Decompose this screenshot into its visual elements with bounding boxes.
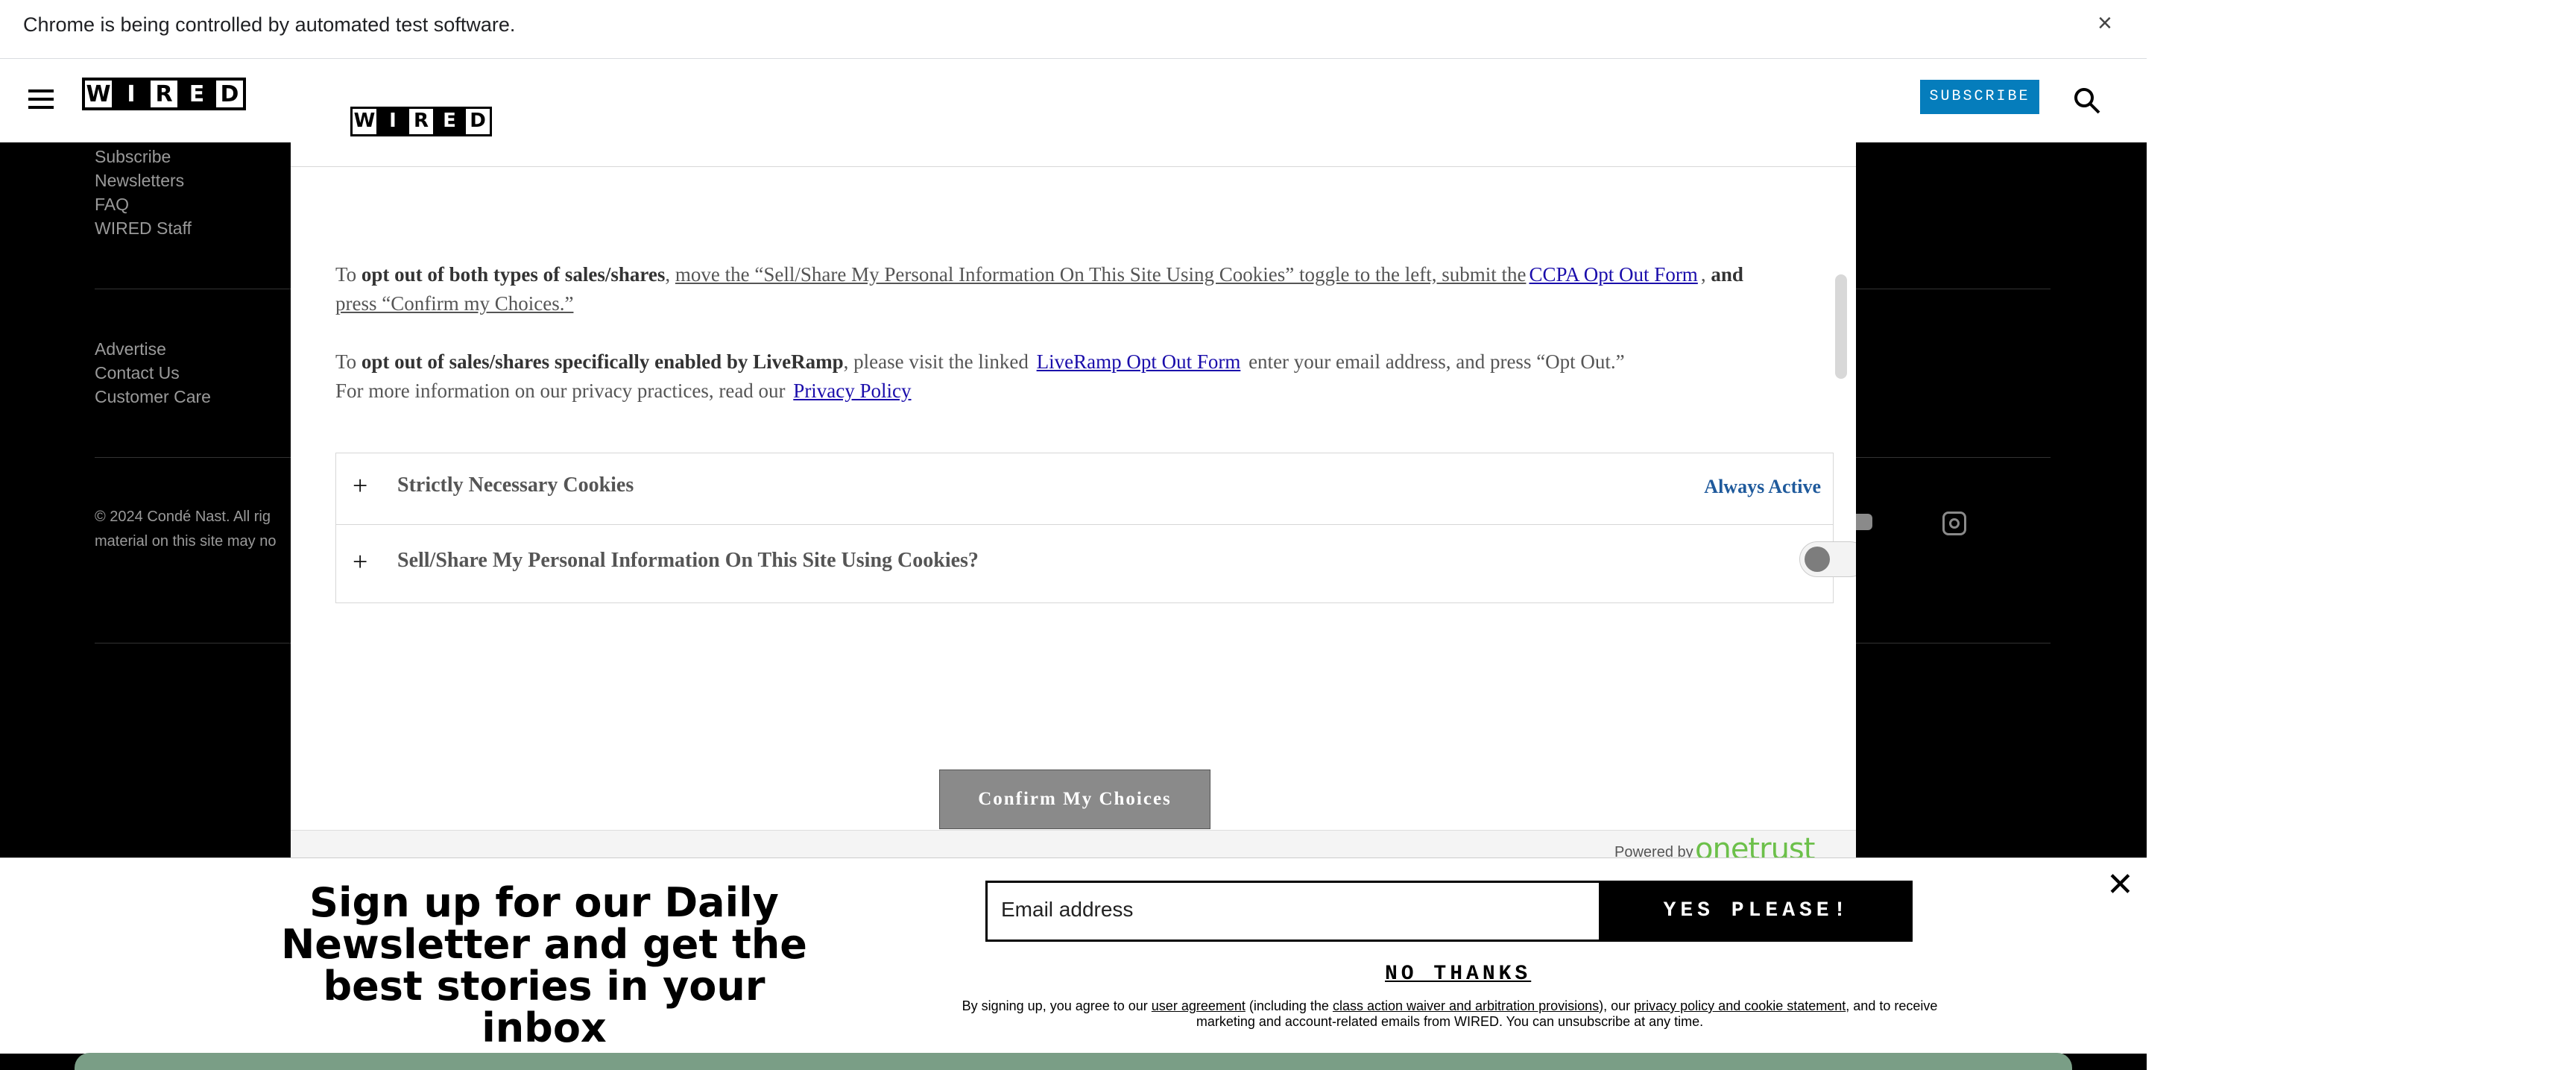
text: For more information on our privacy prac… — [335, 380, 791, 402]
text: (including the — [1245, 998, 1333, 1013]
sell-share-toggle[interactable] — [1799, 541, 1856, 577]
logo-letter: E — [435, 107, 464, 136]
logo-letter: D — [213, 78, 246, 110]
modal-scrollbar[interactable] — [1835, 274, 1847, 379]
logo-letter: I — [379, 107, 407, 136]
menu-icon[interactable] — [28, 89, 54, 114]
text-underlined: press “Confirm my Choices.” — [335, 292, 574, 315]
modal-wired-logo: W I R E D — [350, 107, 492, 136]
footer-link-staff[interactable]: WIRED Staff — [95, 218, 192, 239]
text: To — [335, 350, 362, 373]
always-active-label: Always Active — [1704, 476, 1821, 497]
newsletter-legal-text: By signing up, you agree to our user agr… — [939, 998, 1960, 1030]
email-input[interactable]: Email address — [985, 881, 1601, 942]
footer-link-faq[interactable]: FAQ — [95, 195, 129, 215]
yes-please-button[interactable]: YES PLEASE! — [1601, 881, 1913, 942]
text-bold: opt out of both types of sales/shares — [361, 263, 666, 286]
search-icon[interactable] — [2072, 86, 2102, 116]
page-background-strip — [75, 1053, 2072, 1070]
liveramp-opt-out-link[interactable]: LiveRamp Opt Out Form — [1034, 350, 1244, 373]
logo-letter: I — [115, 78, 148, 110]
modal-header: W I R E D — [291, 78, 1856, 167]
subscribe-button[interactable]: SUBSCRIBE — [1920, 80, 2039, 114]
text: enter your email address, and press “Opt… — [1243, 350, 1625, 373]
modal-scroll-content[interactable]: To opt out of both types of sales/shares… — [291, 167, 1856, 829]
logo-letter: D — [464, 107, 492, 136]
strictly-necessary-accordion[interactable]: + Strictly Necessary Cookies Always Acti… — [335, 453, 1834, 525]
text-underlined: move the “Sell/Share My Personal Informa… — [675, 263, 1527, 286]
footer-link-newsletters[interactable]: Newsletters — [95, 171, 184, 191]
privacy-policy-cookie-link[interactable]: privacy policy and cookie statement — [1634, 998, 1846, 1013]
no-thanks-link[interactable]: NO THANKS — [1385, 963, 1531, 986]
copyright-line: © 2024 Condé Nast. All rig — [95, 509, 271, 525]
privacy-info-paragraph: For more information on our privacy prac… — [335, 377, 1789, 406]
logo-letter: E — [180, 78, 213, 110]
footer-link-subscribe[interactable]: Subscribe — [95, 147, 171, 167]
logo-letter: R — [148, 78, 180, 110]
expand-plus-icon[interactable]: + — [353, 470, 367, 501]
expand-plus-icon[interactable]: + — [353, 546, 367, 577]
footer-link-contact[interactable]: Contact Us — [95, 363, 180, 383]
user-agreement-link[interactable]: user agreement — [1152, 998, 1246, 1013]
privacy-policy-link[interactable]: Privacy Policy — [790, 380, 914, 402]
text-bold: and — [1705, 263, 1743, 286]
text: ), our — [1599, 998, 1635, 1013]
opt-out-both-paragraph: To opt out of both types of sales/shares… — [335, 260, 1789, 318]
logo-letter: W — [82, 78, 115, 110]
copyright-line: material on this site may no — [95, 533, 277, 550]
footer-link-customer-care[interactable]: Customer Care — [95, 387, 211, 407]
logo-letter: R — [407, 107, 435, 136]
logo-letter: W — [350, 107, 379, 136]
copyright: © 2024 Condé Nast. All rig material on t… — [95, 505, 311, 554]
automation-infobar: Chrome is being controlled by automated … — [0, 0, 2147, 59]
instagram-icon[interactable] — [1942, 512, 1966, 535]
arbitration-link[interactable]: class action waiver and arbitration prov… — [1333, 998, 1599, 1013]
accordion-title: Sell/Share My Personal Information On Th… — [397, 549, 979, 572]
text: , — [1700, 263, 1706, 286]
text: , please visit the linked — [843, 350, 1034, 373]
text: By signing up, you agree to our — [962, 998, 1152, 1013]
text-bold: opt out of sales/shares specifically ena… — [361, 350, 844, 373]
infobar-close-icon[interactable]: × — [2097, 10, 2112, 36]
ccpa-opt-out-link[interactable]: CCPA Opt Out Form — [1526, 263, 1700, 286]
accordion-title: Strictly Necessary Cookies — [397, 473, 634, 497]
wired-logo[interactable]: W I R E D — [82, 78, 246, 110]
text: To — [335, 263, 362, 286]
sell-share-accordion[interactable]: + Sell/Share My Personal Information On … — [335, 524, 1856, 603]
text: , — [665, 263, 675, 286]
liveramp-paragraph: To opt out of sales/shares specifically … — [335, 347, 1789, 377]
infobar-message: Chrome is being controlled by automated … — [23, 13, 516, 36]
footer-link-advertise[interactable]: Advertise — [95, 339, 166, 359]
privacy-consent-modal: W I R E D To opt out of both types of sa… — [291, 78, 1856, 875]
close-icon[interactable]: ✕ — [2106, 869, 2134, 901]
confirm-choices-button[interactable]: Confirm My Choices — [939, 770, 1210, 829]
newsletter-banner: Sign up for our Daily Newsletter and get… — [0, 857, 2147, 1054]
toggle-knob — [1805, 547, 1830, 572]
newsletter-headline: Sign up for our Daily Newsletter and get… — [281, 879, 807, 1051]
